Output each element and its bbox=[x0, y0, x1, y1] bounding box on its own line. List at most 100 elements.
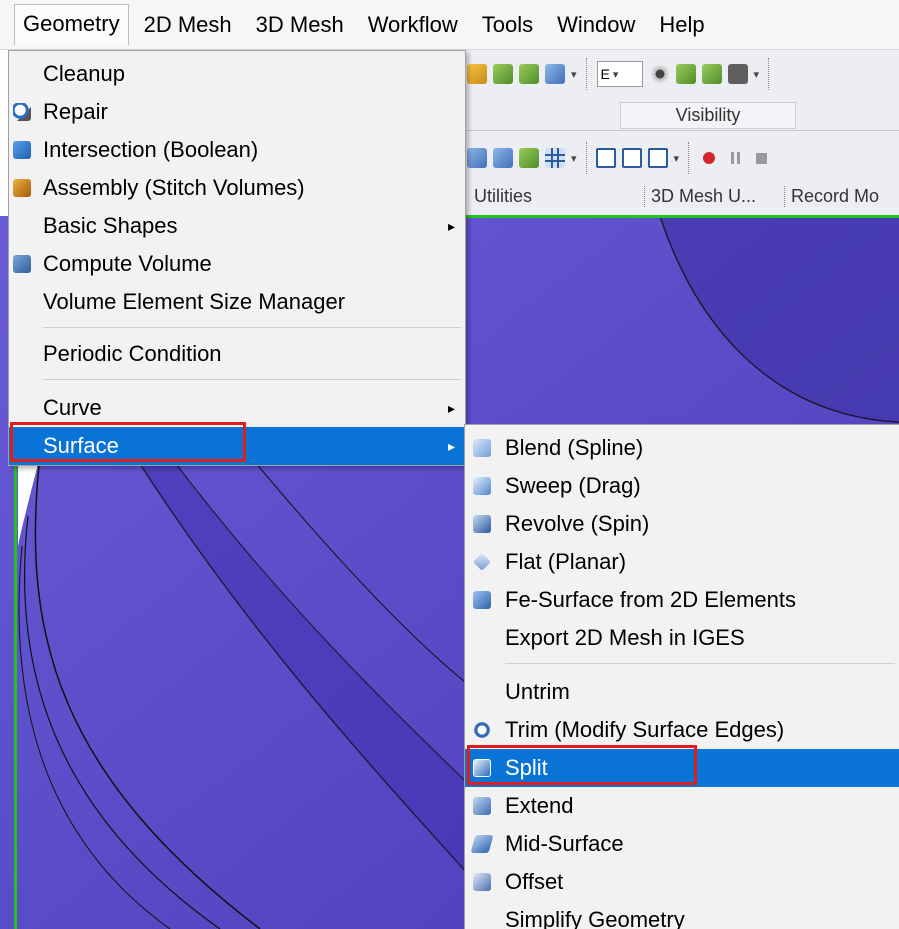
menu-item-mid-surface[interactable]: Mid-Surface bbox=[465, 825, 899, 863]
toolbar-area: ▾ E ▾ ▾ Visibility ▾ ▾ Utilities 3D Mesh… bbox=[464, 50, 899, 218]
group-label-record: Record Mo bbox=[784, 186, 879, 207]
toolbar-overflow-2-icon[interactable]: ▾ bbox=[754, 68, 760, 81]
hide-tool-icon[interactable] bbox=[701, 64, 722, 84]
menu-2d-mesh[interactable]: 2D Mesh bbox=[135, 5, 241, 45]
id-tool-2-icon[interactable] bbox=[519, 64, 539, 84]
menu-workflow[interactable]: Workflow bbox=[359, 5, 467, 45]
menu-separator bbox=[43, 327, 461, 328]
stop-icon[interactable] bbox=[756, 152, 768, 164]
menu-item-label: Sweep (Drag) bbox=[505, 473, 641, 498]
menu-item-extend[interactable]: Extend bbox=[465, 787, 899, 825]
menu-window[interactable]: Window bbox=[548, 5, 644, 45]
menu-item-intersection[interactable]: Intersection (Boolean) bbox=[9, 131, 465, 169]
geometry-tool-icon[interactable] bbox=[467, 64, 487, 84]
group-label-visibility: Visibility bbox=[620, 102, 796, 129]
menu-separator bbox=[43, 379, 461, 380]
menu-item-cleanup[interactable]: Cleanup bbox=[9, 55, 465, 93]
volume-mesh-2-icon[interactable] bbox=[621, 148, 642, 168]
assembly-icon bbox=[13, 179, 31, 197]
menu-item-fe-surface[interactable]: Fe-Surface from 2D Elements bbox=[465, 581, 899, 619]
surface-submenu: Blend (Spline) Sweep (Drag) Revolve (Spi… bbox=[464, 424, 899, 929]
fe-surface-icon bbox=[473, 591, 491, 609]
menu-item-label: Fe-Surface from 2D Elements bbox=[505, 587, 796, 612]
menu-item-flat[interactable]: Flat (Planar) bbox=[465, 543, 899, 581]
menu-item-label: Offset bbox=[505, 869, 564, 894]
menu-item-offset[interactable]: Offset bbox=[465, 863, 899, 901]
menu-item-export-2d-mesh-iges[interactable]: Export 2D Mesh in IGES bbox=[465, 619, 899, 657]
menu-item-label: Intersection (Boolean) bbox=[43, 137, 259, 162]
menu-item-label: Compute Volume bbox=[43, 251, 212, 276]
sweep-icon bbox=[473, 477, 491, 495]
menu-item-label: Extend bbox=[505, 793, 574, 818]
submenu-arrow-icon: ▸ bbox=[447, 400, 455, 416]
annotation-highlight-split bbox=[467, 745, 697, 785]
revolve-icon bbox=[473, 515, 491, 533]
group-label-3d-mesh-utilities: 3D Mesh U... bbox=[644, 186, 756, 207]
toolbar-row-top: ▾ E ▾ ▾ bbox=[464, 54, 775, 94]
menu-geometry[interactable]: Geometry bbox=[14, 4, 129, 45]
show-tool-icon[interactable] bbox=[675, 64, 696, 84]
viewport-border bbox=[464, 215, 899, 218]
group-label-utilities: Utilities bbox=[474, 186, 533, 206]
menu-item-label: Volume Element Size Manager bbox=[43, 289, 346, 314]
eye-icon[interactable] bbox=[649, 64, 670, 84]
boolean-icon bbox=[13, 141, 31, 159]
menu-item-volume-element-size-manager[interactable]: Volume Element Size Manager bbox=[9, 283, 465, 321]
menu-item-assembly[interactable]: Assembly (Stitch Volumes) bbox=[9, 169, 465, 207]
menu-item-label: Basic Shapes bbox=[43, 213, 178, 238]
menu-item-untrim[interactable]: Untrim bbox=[465, 673, 899, 711]
toolbar-overflow-icon[interactable]: ▾ bbox=[571, 68, 577, 81]
menu-item-blend[interactable]: Blend (Spline) bbox=[465, 429, 899, 467]
visibility-settings-icon[interactable] bbox=[727, 64, 748, 84]
mesh-tool-icon[interactable] bbox=[519, 148, 539, 168]
menu-item-label: Mid-Surface bbox=[505, 831, 624, 856]
menu-item-label: Export 2D Mesh in IGES bbox=[505, 625, 745, 650]
menu-item-trim[interactable]: Trim (Modify Surface Edges) bbox=[465, 711, 899, 749]
geometry-menu: Cleanup Repair Intersection (Boolean) As… bbox=[8, 50, 466, 466]
menu-item-sweep[interactable]: Sweep (Drag) bbox=[465, 467, 899, 505]
volume-mesh-3-icon[interactable] bbox=[647, 148, 668, 168]
chevron-down-icon: ▾ bbox=[612, 68, 619, 81]
menu-item-label: Simplify Geometry bbox=[505, 907, 685, 929]
extend-icon bbox=[473, 797, 491, 815]
menu-separator bbox=[505, 663, 895, 664]
menu-item-compute-volume[interactable]: Compute Volume bbox=[9, 245, 465, 283]
submenu-arrow-icon: ▸ bbox=[447, 438, 455, 454]
toolbar-overflow-4-icon[interactable]: ▾ bbox=[674, 152, 680, 165]
pointer-tool-icon[interactable] bbox=[493, 148, 513, 168]
menu-item-label: Flat (Planar) bbox=[505, 549, 627, 574]
menu-item-simplify-geometry[interactable]: Simplify Geometry bbox=[465, 901, 899, 929]
menu-item-label: Periodic Condition bbox=[43, 341, 222, 366]
menu-item-label: Blend (Spline) bbox=[505, 435, 644, 460]
id-tool-icon[interactable] bbox=[493, 64, 513, 84]
menu-3d-mesh[interactable]: 3D Mesh bbox=[247, 5, 353, 45]
application-window: ▾ E ▾ ▾ Visibility ▾ ▾ Utilities 3D Mesh… bbox=[0, 0, 899, 929]
grid-icon[interactable] bbox=[545, 148, 565, 168]
compute-volume-icon bbox=[13, 255, 31, 273]
menu-item-label: Trim (Modify Surface Edges) bbox=[505, 717, 785, 742]
display-tool-icon[interactable] bbox=[545, 64, 565, 84]
menu-item-revolve[interactable]: Revolve (Spin) bbox=[465, 505, 899, 543]
toolbar-separator bbox=[585, 142, 587, 174]
offset-icon bbox=[473, 873, 491, 891]
menu-item-periodic-condition[interactable]: Periodic Condition bbox=[9, 335, 465, 373]
menu-bar: Geometry 2D Mesh 3D Mesh Workflow Tools … bbox=[0, 0, 899, 50]
toolbar-separator bbox=[585, 58, 587, 90]
record-icon[interactable] bbox=[703, 152, 716, 164]
repair-icon bbox=[13, 103, 31, 121]
menu-item-label: Assembly (Stitch Volumes) bbox=[43, 175, 305, 200]
toolbar-row-bottom: ▾ ▾ bbox=[464, 138, 775, 178]
menu-help[interactable]: Help bbox=[650, 5, 713, 45]
volume-mesh-icon[interactable] bbox=[595, 148, 616, 168]
toolbar-overflow-3-icon[interactable]: ▾ bbox=[571, 152, 577, 165]
toolbar-separator bbox=[688, 142, 690, 174]
menu-item-label: Cleanup bbox=[43, 61, 125, 86]
pause-icon[interactable] bbox=[731, 152, 741, 164]
menu-tools[interactable]: Tools bbox=[473, 5, 542, 45]
blend-icon bbox=[473, 439, 491, 457]
pen-tool-icon[interactable] bbox=[467, 148, 487, 168]
entity-type-combo[interactable]: E ▾ bbox=[596, 61, 643, 87]
menu-item-repair[interactable]: Repair bbox=[9, 93, 465, 131]
submenu-arrow-icon: ▸ bbox=[447, 218, 455, 234]
menu-item-basic-shapes[interactable]: Basic Shapes ▸ bbox=[9, 207, 465, 245]
